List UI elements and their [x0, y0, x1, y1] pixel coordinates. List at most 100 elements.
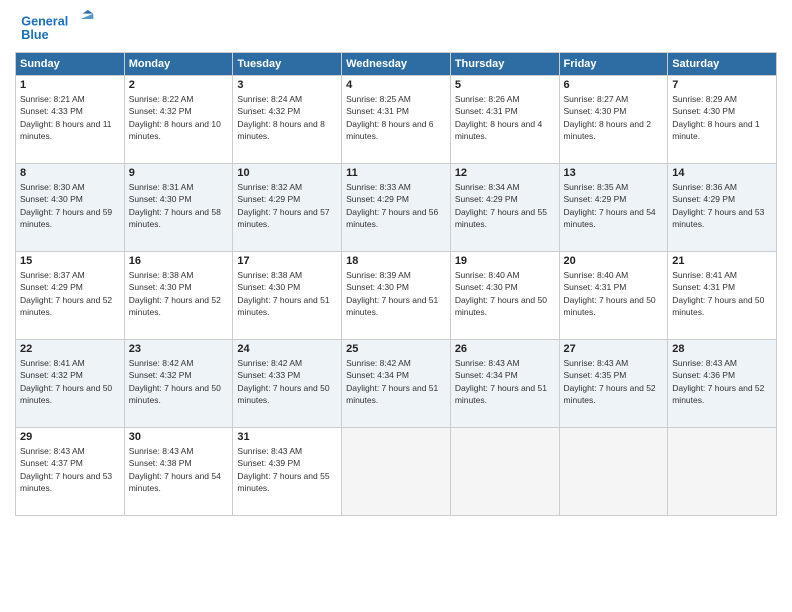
day-number: 7 [672, 79, 772, 91]
calendar-cell: 28 Sunrise: 8:43 AMSunset: 4:36 PMDayligh… [668, 340, 777, 428]
calendar-cell: 8Sunrise: 8:30 AMSunset: 4:30 PMDaylight… [16, 164, 125, 252]
calendar-cell: 15Sunrise: 8:37 AMSunset: 4:29 PMDayligh… [16, 252, 125, 340]
day-info: Sunrise: 8:22 AMSunset: 4:32 PMDaylight:… [129, 93, 229, 142]
day-number: 3 [237, 79, 337, 91]
calendar-cell: 12 Sunrise: 8:34 AMSunset: 4:29 PMDayligh… [450, 164, 559, 252]
day-number: 26 [455, 343, 555, 355]
day-info: Sunrise: 8:43 AMSunset: 4:37 PMDaylight:… [20, 445, 120, 494]
day-number: 14 [672, 167, 772, 179]
calendar-cell: 31 Sunrise: 8:43 AMSunset: 4:39 PMDayligh… [233, 428, 342, 516]
day-number: 8 [20, 167, 120, 179]
day-info: Sunrise: 8:40 AMSunset: 4:30 PMDaylight:… [455, 269, 555, 318]
weekday-header-wednesday: Wednesday [342, 53, 451, 76]
day-info: Sunrise: 8:43 AMSunset: 4:36 PMDaylight:… [672, 357, 772, 406]
day-info: Sunrise: 8:25 AMSunset: 4:31 PMDaylight:… [346, 93, 446, 142]
day-info: Sunrise: 8:38 AMSunset: 4:30 PMDaylight:… [237, 269, 337, 318]
day-number: 1 [20, 79, 120, 91]
week-row-3: 15Sunrise: 8:37 AMSunset: 4:29 PMDayligh… [16, 252, 777, 340]
calendar-cell: 23 Sunrise: 8:42 AMSunset: 4:32 PMDayligh… [124, 340, 233, 428]
calendar-cell: 17 Sunrise: 8:38 AMSunset: 4:30 PMDayligh… [233, 252, 342, 340]
calendar-cell [342, 428, 451, 516]
weekday-header-saturday: Saturday [668, 53, 777, 76]
day-info: Sunrise: 8:43 AMSunset: 4:38 PMDaylight:… [129, 445, 229, 494]
day-number: 6 [564, 79, 664, 91]
calendar-cell: 26 Sunrise: 8:43 AMSunset: 4:34 PMDayligh… [450, 340, 559, 428]
day-number: 28 [672, 343, 772, 355]
day-number: 17 [237, 255, 337, 267]
calendar-cell: 3 Sunrise: 8:24 AMSunset: 4:32 PMDaylight… [233, 76, 342, 164]
day-number: 20 [564, 255, 664, 267]
day-number: 11 [346, 167, 446, 179]
calendar-table: SundayMondayTuesdayWednesdayThursdayFrid… [15, 52, 777, 516]
day-info: Sunrise: 8:38 AMSunset: 4:30 PMDaylight:… [129, 269, 229, 318]
day-number: 13 [564, 167, 664, 179]
weekday-header-thursday: Thursday [450, 53, 559, 76]
day-info: Sunrise: 8:42 AMSunset: 4:32 PMDaylight:… [129, 357, 229, 406]
day-number: 30 [129, 431, 229, 443]
day-info: Sunrise: 8:42 AMSunset: 4:34 PMDaylight:… [346, 357, 446, 406]
day-number: 9 [129, 167, 229, 179]
day-info: Sunrise: 8:34 AMSunset: 4:29 PMDaylight:… [455, 181, 555, 230]
calendar-page: GeneralBlue SundayMondayTuesdayWednesday… [0, 0, 792, 612]
day-info: Sunrise: 8:21 AMSunset: 4:33 PMDaylight:… [20, 93, 120, 142]
day-number: 15 [20, 255, 120, 267]
svg-text:Blue: Blue [21, 28, 48, 42]
day-info: Sunrise: 8:24 AMSunset: 4:32 PMDaylight:… [237, 93, 337, 142]
weekday-header-monday: Monday [124, 53, 233, 76]
week-row-5: 29 Sunrise: 8:43 AMSunset: 4:37 PMDayligh… [16, 428, 777, 516]
day-info: Sunrise: 8:29 AMSunset: 4:30 PMDaylight:… [672, 93, 772, 142]
day-number: 23 [129, 343, 229, 355]
logo-icon: GeneralBlue [15, 10, 105, 46]
svg-text:General: General [21, 14, 68, 28]
day-info: Sunrise: 8:26 AMSunset: 4:31 PMDaylight:… [455, 93, 555, 142]
header: GeneralBlue [15, 10, 777, 46]
day-number: 2 [129, 79, 229, 91]
day-number: 18 [346, 255, 446, 267]
weekday-header-tuesday: Tuesday [233, 53, 342, 76]
calendar-cell: 25 Sunrise: 8:42 AMSunset: 4:34 PMDayligh… [342, 340, 451, 428]
day-number: 12 [455, 167, 555, 179]
weekday-header-row: SundayMondayTuesdayWednesdayThursdayFrid… [16, 53, 777, 76]
day-info: Sunrise: 8:33 AMSunset: 4:29 PMDaylight:… [346, 181, 446, 230]
day-info: Sunrise: 8:43 AMSunset: 4:34 PMDaylight:… [455, 357, 555, 406]
week-row-1: 1 Sunrise: 8:21 AMSunset: 4:33 PMDaylight… [16, 76, 777, 164]
day-info: Sunrise: 8:43 AMSunset: 4:35 PMDaylight:… [564, 357, 664, 406]
week-row-4: 22 Sunrise: 8:41 AMSunset: 4:32 PMDayligh… [16, 340, 777, 428]
calendar-cell: 27 Sunrise: 8:43 AMSunset: 4:35 PMDayligh… [559, 340, 668, 428]
day-info: Sunrise: 8:35 AMSunset: 4:29 PMDaylight:… [564, 181, 664, 230]
calendar-cell: 9 Sunrise: 8:31 AMSunset: 4:30 PMDaylight… [124, 164, 233, 252]
calendar-cell: 11 Sunrise: 8:33 AMSunset: 4:29 PMDayligh… [342, 164, 451, 252]
day-number: 25 [346, 343, 446, 355]
calendar-cell: 20Sunrise: 8:40 AMSunset: 4:31 PMDayligh… [559, 252, 668, 340]
calendar-cell: 10Sunrise: 8:32 AMSunset: 4:29 PMDayligh… [233, 164, 342, 252]
calendar-cell [668, 428, 777, 516]
calendar-cell: 14 Sunrise: 8:36 AMSunset: 4:29 PMDayligh… [668, 164, 777, 252]
day-info: Sunrise: 8:43 AMSunset: 4:39 PMDaylight:… [237, 445, 337, 494]
calendar-cell: 29 Sunrise: 8:43 AMSunset: 4:37 PMDayligh… [16, 428, 125, 516]
calendar-cell: 30 Sunrise: 8:43 AMSunset: 4:38 PMDayligh… [124, 428, 233, 516]
day-info: Sunrise: 8:31 AMSunset: 4:30 PMDaylight:… [129, 181, 229, 230]
day-number: 4 [346, 79, 446, 91]
day-number: 21 [672, 255, 772, 267]
day-number: 19 [455, 255, 555, 267]
day-info: Sunrise: 8:27 AMSunset: 4:30 PMDaylight:… [564, 93, 664, 142]
day-info: Sunrise: 8:32 AMSunset: 4:29 PMDaylight:… [237, 181, 337, 230]
day-number: 31 [237, 431, 337, 443]
weekday-header-friday: Friday [559, 53, 668, 76]
calendar-cell [450, 428, 559, 516]
calendar-cell: 18Sunrise: 8:39 AMSunset: 4:30 PMDayligh… [342, 252, 451, 340]
day-number: 22 [20, 343, 120, 355]
day-number: 16 [129, 255, 229, 267]
weekday-header-sunday: Sunday [16, 53, 125, 76]
day-number: 29 [20, 431, 120, 443]
calendar-cell: 21 Sunrise: 8:41 AMSunset: 4:31 PMDayligh… [668, 252, 777, 340]
day-info: Sunrise: 8:36 AMSunset: 4:29 PMDaylight:… [672, 181, 772, 230]
day-number: 5 [455, 79, 555, 91]
week-row-2: 8Sunrise: 8:30 AMSunset: 4:30 PMDaylight… [16, 164, 777, 252]
calendar-cell: 19 Sunrise: 8:40 AMSunset: 4:30 PMDayligh… [450, 252, 559, 340]
day-info: Sunrise: 8:41 AMSunset: 4:31 PMDaylight:… [672, 269, 772, 318]
calendar-cell: 2 Sunrise: 8:22 AMSunset: 4:32 PMDaylight… [124, 76, 233, 164]
day-info: Sunrise: 8:41 AMSunset: 4:32 PMDaylight:… [20, 357, 120, 406]
day-number: 27 [564, 343, 664, 355]
calendar-cell: 5 Sunrise: 8:26 AMSunset: 4:31 PMDaylight… [450, 76, 559, 164]
